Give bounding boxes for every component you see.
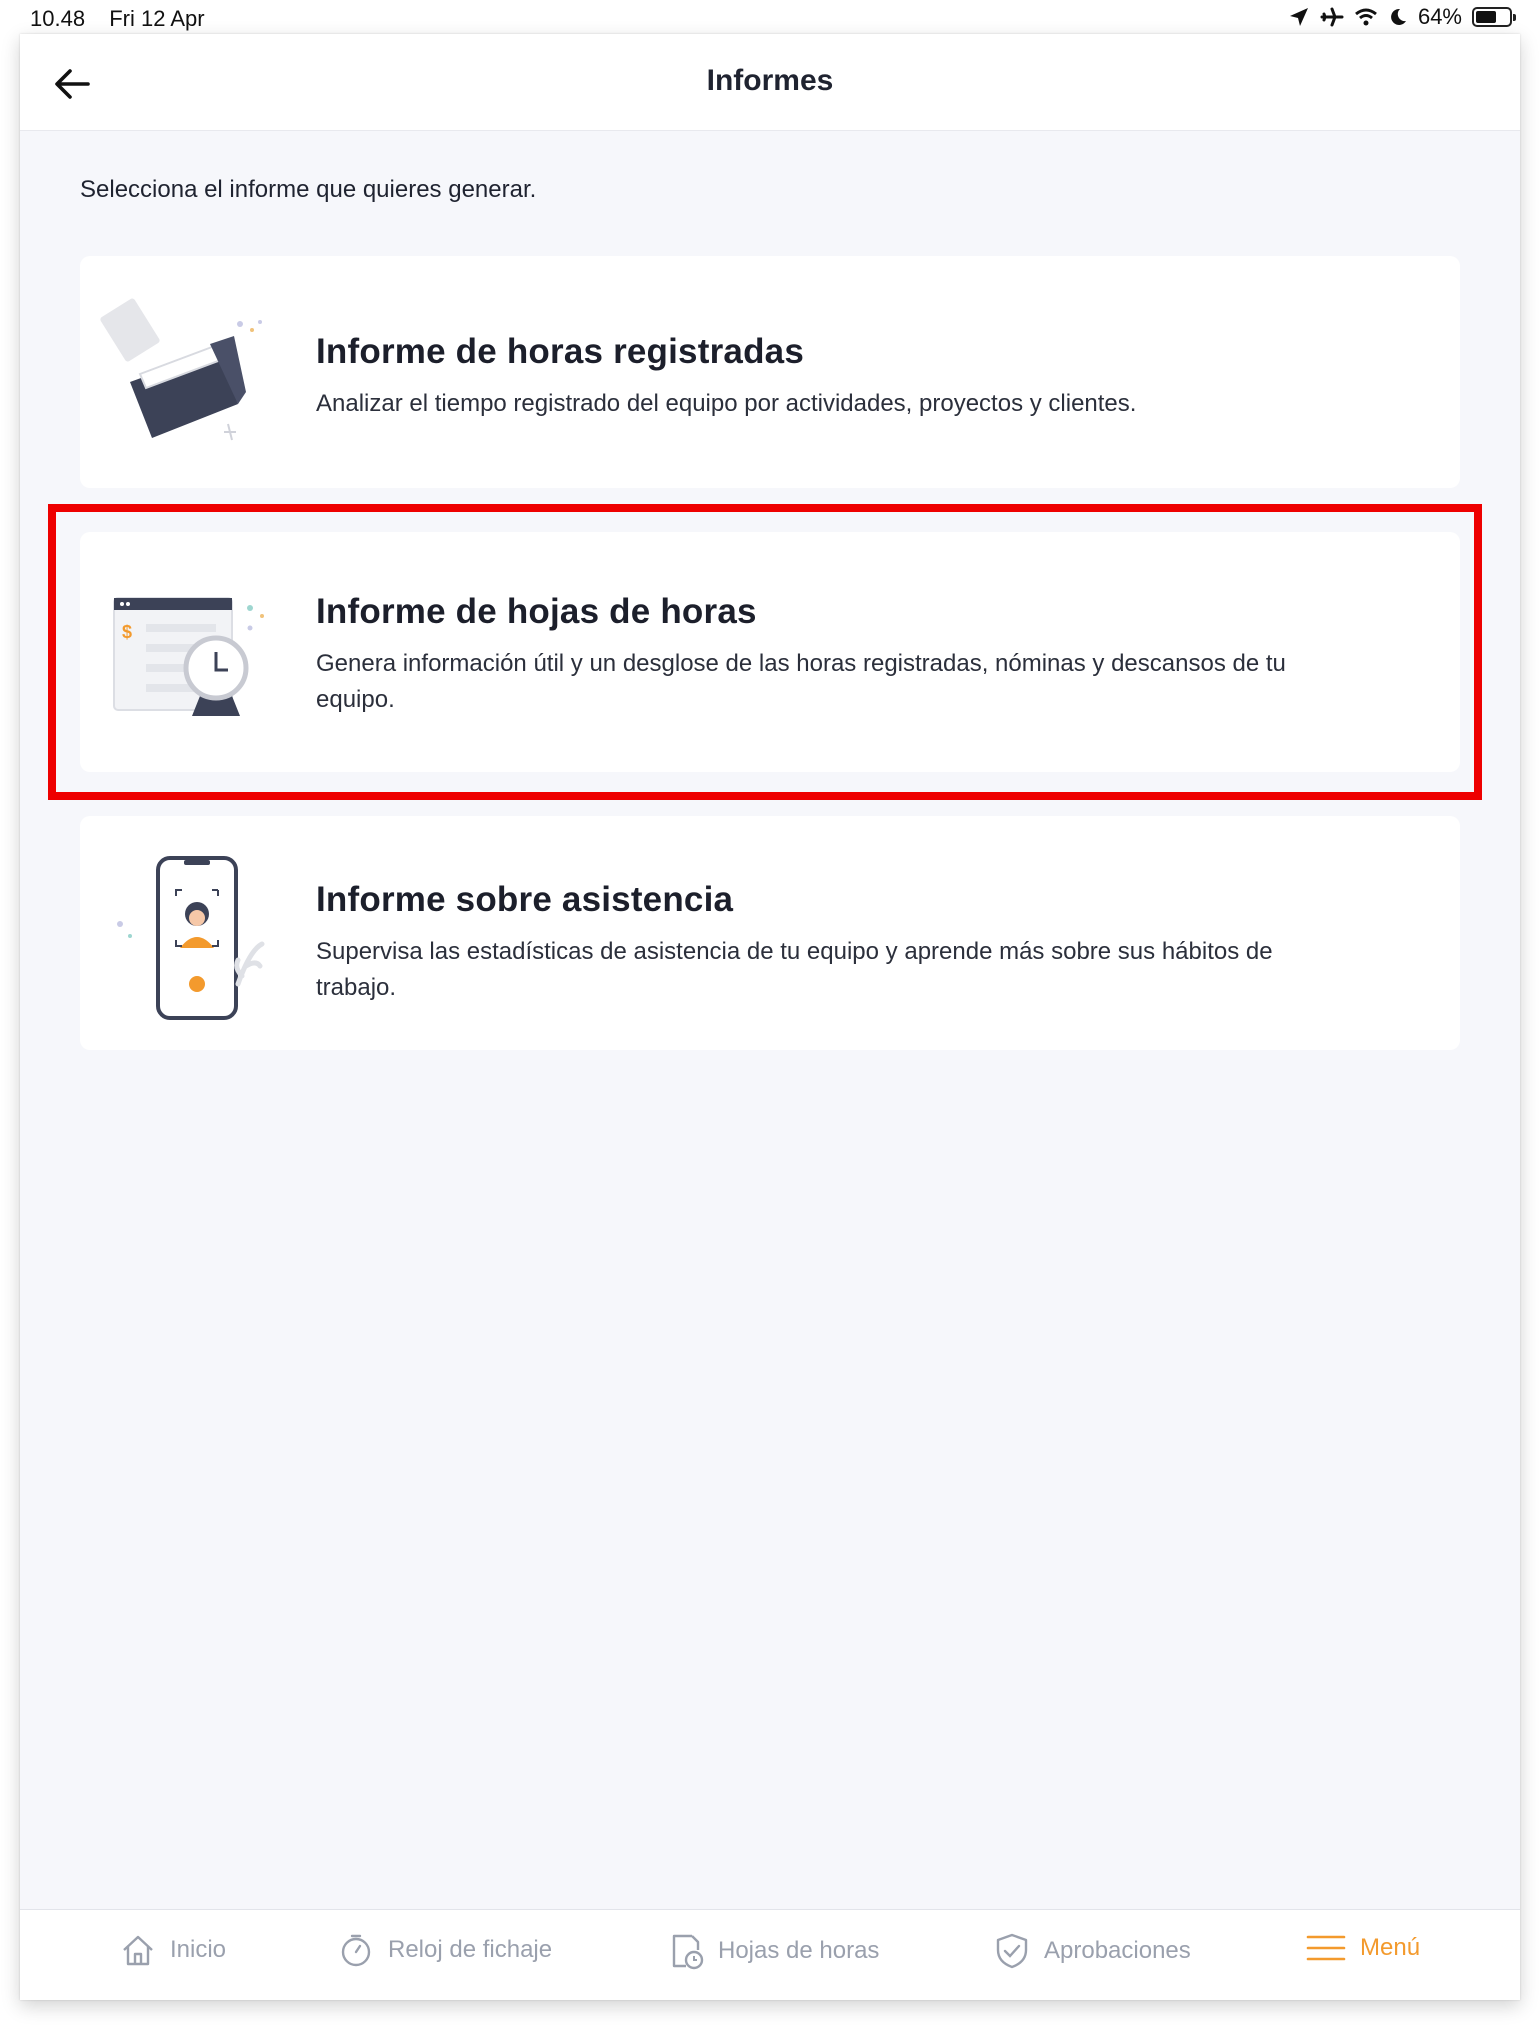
folder-illustration [100, 298, 262, 441]
report-card-timesheets[interactable]: $ Informe de hojas de horas Genera infor… [80, 532, 1460, 772]
wifi-icon [1355, 8, 1377, 26]
moon-icon [1391, 8, 1406, 25]
status-date: Fri 12 Apr [109, 6, 205, 31]
airplane-icon [1320, 7, 1344, 27]
report-card-attendance[interactable]: Informe sobre asistencia Supervisa las e… [80, 816, 1460, 1050]
status-bar: 10.48 Fri 12 Apr 64% [0, 0, 1540, 38]
tab-reloj-de-fichaje[interactable]: Reloj de fichaje [338, 1932, 552, 1968]
timesheet-icon [672, 1934, 704, 1970]
menu-icon [1306, 1935, 1346, 1961]
report-description: Supervisa las estadísticas de asistencia… [316, 938, 1273, 1001]
tab-menu[interactable]: Menú [1306, 1932, 1420, 1964]
status-time: 10.48 [30, 6, 86, 31]
report-card-hours-registered[interactable]: Informe de horas registradas Analizar el… [80, 256, 1460, 488]
top-app-bar: Informes [20, 34, 1520, 131]
report-title: Informe de horas registradas [316, 332, 804, 371]
home-icon [123, 1935, 153, 1966]
tab-label: Hojas de horas [718, 1937, 880, 1964]
timesheet-clock-illustration: $ [113, 597, 264, 716]
report-title: Informe sobre asistencia [316, 880, 734, 919]
tab-label: Inicio [170, 1936, 227, 1963]
battery-icon [1472, 7, 1516, 27]
app-window: Informes Selecciona el informe que quier… [20, 34, 1520, 2000]
tab-label: Aprobaciones [1044, 1937, 1191, 1964]
status-left: 10.48 Fri 12 Apr [30, 6, 223, 32]
tab-label: Menú [1360, 1934, 1421, 1961]
intro-text: Selecciona el informe que quieres genera… [80, 176, 537, 203]
bottom-tab-bar: Inicio Reloj de fichaje Hojas de horas A… [20, 1909, 1520, 2000]
tab-aprobaciones[interactable]: Aprobaciones [994, 1932, 1191, 1970]
report-description: Analizar el tiempo registrado del equipo… [316, 390, 1137, 417]
report-description: Genera información útil y un desglose de… [316, 650, 1286, 713]
shield-check-icon [996, 1933, 1028, 1969]
svg-text:$: $ [122, 622, 132, 642]
tab-label: Reloj de fichaje [388, 1936, 553, 1963]
tab-inicio[interactable]: Inicio [120, 1932, 226, 1968]
location-icon [1289, 8, 1308, 26]
stopwatch-icon [341, 1934, 371, 1967]
status-right: 64% [1288, 4, 1516, 30]
tab-hojas-de-horas[interactable]: Hojas de horas [668, 1932, 879, 1970]
page-title: Informes [706, 64, 834, 97]
report-title: Informe de hojas de horas [316, 592, 757, 631]
phone-attendance-illustration [117, 856, 265, 1020]
battery-fill [1476, 11, 1496, 23]
battery-percentage: 64% [1417, 4, 1462, 29]
